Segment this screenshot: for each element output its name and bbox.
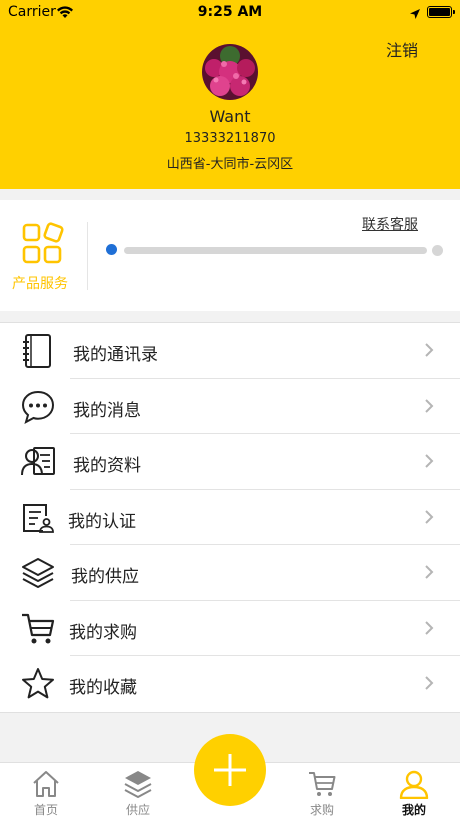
publish-plus-button[interactable] <box>194 734 266 806</box>
chevron-right-icon <box>424 620 434 640</box>
chevron-right-icon <box>424 675 434 695</box>
menu-item-purchase[interactable]: 我的求购 <box>0 601 460 656</box>
menu-item-label: 我的供应 <box>71 567 139 587</box>
user-address: 山西省-大同市-云冈区 <box>166 157 294 172</box>
layers-icon <box>123 769 153 803</box>
layers-icon <box>20 556 56 590</box>
profile-header: Carrier 9:25 AM 注销 Want 13333211870 山西省-… <box>0 0 460 189</box>
star-icon <box>20 667 56 701</box>
address-book-icon <box>20 334 56 368</box>
cart-icon <box>307 769 337 803</box>
product-service-label[interactable]: 产品服务 <box>12 273 68 293</box>
menu-item-label: 我的求购 <box>69 622 137 643</box>
chevron-right-icon <box>424 398 434 418</box>
progress-end-dot <box>432 245 443 256</box>
chat-bubble-icon <box>20 390 56 424</box>
logout-button[interactable]: 注销 <box>386 37 418 61</box>
tab-purchase[interactable]: 求购 <box>276 763 368 818</box>
tab-home[interactable]: 首页 <box>0 763 92 818</box>
user-icon <box>399 769 429 803</box>
battery-icon <box>427 6 455 18</box>
progress-track <box>124 247 427 254</box>
product-service-icon[interactable] <box>20 222 68 270</box>
tab-supply[interactable]: 供应 <box>92 763 184 818</box>
chevron-right-icon <box>424 509 434 529</box>
menu-item-certification[interactable]: 我的认证 <box>0 490 460 545</box>
tab-label: 求购 <box>309 803 334 817</box>
certificate-icon <box>20 501 56 535</box>
home-icon <box>31 769 61 803</box>
tab-mine[interactable]: 我的 <box>368 763 460 818</box>
tab-label: 我的 <box>401 803 426 817</box>
chevron-right-icon <box>424 564 434 584</box>
menu-item-profile[interactable]: 我的资料 <box>0 434 460 490</box>
service-divider <box>87 222 88 290</box>
plus-icon <box>214 754 246 786</box>
menu-item-supply[interactable]: 我的供应 <box>0 545 460 601</box>
menu-item-contacts[interactable]: 我的通讯录 <box>0 323 460 379</box>
tab-label: 供应 <box>125 803 150 817</box>
status-bar: Carrier 9:25 AM <box>0 0 460 24</box>
menu-item-label: 我的消息 <box>73 400 141 421</box>
status-time: 9:25 AM <box>197 4 263 20</box>
progress-start-dot <box>106 244 117 255</box>
profile-card-icon <box>20 445 56 479</box>
username: Want <box>209 107 251 126</box>
phone-number: 13333211870 <box>184 131 276 146</box>
contact-support-link[interactable]: 联系客服 <box>362 214 418 234</box>
chevron-right-icon <box>424 342 434 362</box>
menu-item-label: 我的收藏 <box>69 678 137 698</box>
profile-menu-list: 我的通讯录 我的消息 我的资料 我的认证 我的供应 我的求购 我的收藏 <box>0 322 460 713</box>
chevron-right-icon <box>424 453 434 473</box>
menu-item-label: 我的通讯录 <box>73 345 158 365</box>
location-arrow-icon <box>409 5 421 24</box>
tab-label: 首页 <box>33 803 58 817</box>
avatar[interactable] <box>202 44 258 100</box>
menu-item-favorites[interactable]: 我的收藏 <box>0 656 460 712</box>
menu-item-label: 我的资料 <box>73 456 141 476</box>
menu-item-label: 我的认证 <box>68 511 136 532</box>
menu-item-messages[interactable]: 我的消息 <box>0 379 460 434</box>
cart-icon <box>20 612 56 646</box>
